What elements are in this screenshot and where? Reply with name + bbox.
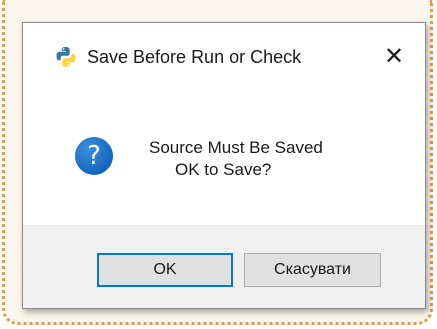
close-icon: ✕ [383, 42, 405, 70]
dialog-footer: OK Скасувати [23, 225, 425, 308]
dialog-message: Source Must Be Saved OK to Save? [149, 137, 323, 181]
close-button[interactable]: ✕ [379, 41, 409, 71]
ok-button[interactable]: OK [97, 253, 233, 287]
question-glyph: ? [87, 141, 101, 171]
save-before-run-dialog: Save Before Run or Check ✕ ? Source Must… [22, 22, 426, 309]
message-line-2: OK to Save? [175, 160, 272, 179]
message-line-1: Source Must Be Saved [149, 138, 323, 157]
question-icon: ? [75, 137, 113, 175]
dialog-title: Save Before Run or Check [87, 47, 302, 67]
python-icon [55, 46, 77, 68]
title-bar: Save Before Run or Check ✕ [23, 23, 425, 93]
cancel-button[interactable]: Скасувати [244, 253, 381, 287]
dialog-content: ? Source Must Be Saved OK to Save? [23, 93, 425, 225]
